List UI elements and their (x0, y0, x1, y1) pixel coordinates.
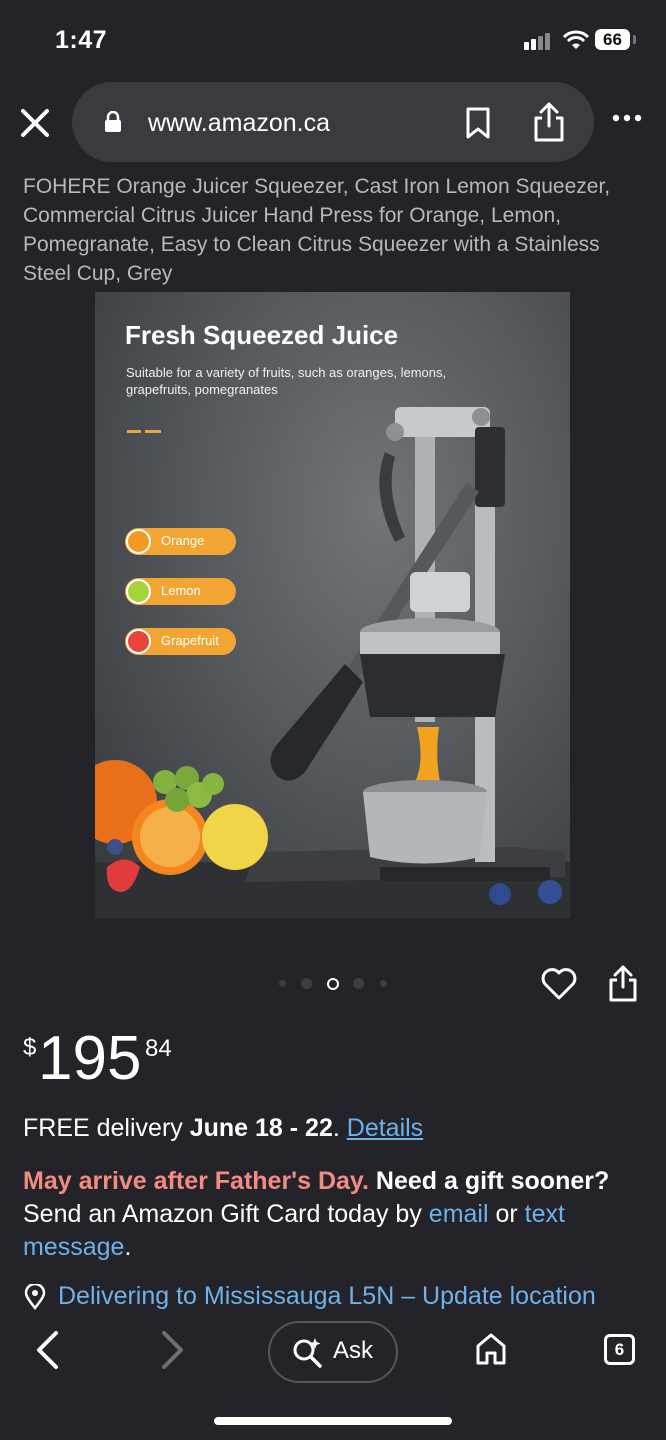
delivery-info: FREE delivery June 18 - 22. Details (23, 1114, 423, 1143)
arrival-warning: May arrive after Father's Day. (23, 1167, 369, 1195)
gift-message: May arrive after Father's Day. Need a gi… (23, 1165, 643, 1264)
cellular-signal-icon (524, 32, 552, 50)
bookmark-icon[interactable] (464, 106, 492, 145)
status-time: 1:47 (55, 26, 108, 54)
product-image[interactable]: Fresh Squeezed Juice Suitable for a vari… (95, 292, 570, 918)
url-text[interactable]: www.amazon.ca (148, 109, 330, 138)
location-pin-icon (23, 1282, 47, 1315)
delivery-prefix: FREE delivery (23, 1114, 190, 1142)
forward-icon[interactable] (160, 1330, 186, 1375)
share-icon[interactable] (607, 965, 639, 1008)
price-fraction: 84 (145, 1035, 172, 1062)
delivery-period: . (332, 1114, 347, 1142)
tabs-button[interactable]: 6 (604, 1334, 635, 1365)
gift-text: Send an Amazon Gift Card today by (23, 1200, 429, 1228)
home-indicator[interactable] (214, 1417, 452, 1425)
lock-icon (104, 110, 122, 138)
heart-icon[interactable] (541, 967, 577, 1006)
home-icon[interactable] (474, 1332, 508, 1371)
product-title[interactable]: FOHERE Orange Juicer Squeezer, Cast Iron… (23, 172, 648, 288)
price-currency: $ (23, 1034, 37, 1061)
back-icon[interactable] (34, 1330, 60, 1375)
details-link[interactable]: Details (347, 1114, 423, 1142)
carousel-dot[interactable] (279, 980, 286, 987)
price-whole: 195 (38, 1024, 142, 1093)
ask-label: Ask (333, 1337, 374, 1364)
sparkle-search-icon (292, 1336, 324, 1373)
battery-icon: 66 (595, 29, 630, 50)
update-location-link[interactable]: Delivering to Mississauga L5N – Update l… (58, 1282, 596, 1311)
share-icon[interactable] (532, 102, 566, 147)
delivery-dates: June 18 - 22 (189, 1114, 333, 1142)
email-link[interactable]: email (429, 1200, 489, 1228)
carousel-dot[interactable] (380, 980, 387, 987)
battery-tip (633, 35, 636, 44)
juicer-illustration (95, 407, 570, 918)
gift-question: Need a gift sooner? (375, 1167, 610, 1195)
wifi-icon (562, 30, 590, 55)
gift-end: . (124, 1233, 132, 1261)
carousel-dot[interactable] (353, 978, 364, 989)
close-icon[interactable] (18, 106, 52, 140)
carousel-dot[interactable] (301, 978, 312, 989)
gift-or: or (488, 1200, 525, 1228)
carousel-dot-active[interactable] (327, 978, 339, 990)
more-options-icon[interactable] (612, 110, 642, 128)
